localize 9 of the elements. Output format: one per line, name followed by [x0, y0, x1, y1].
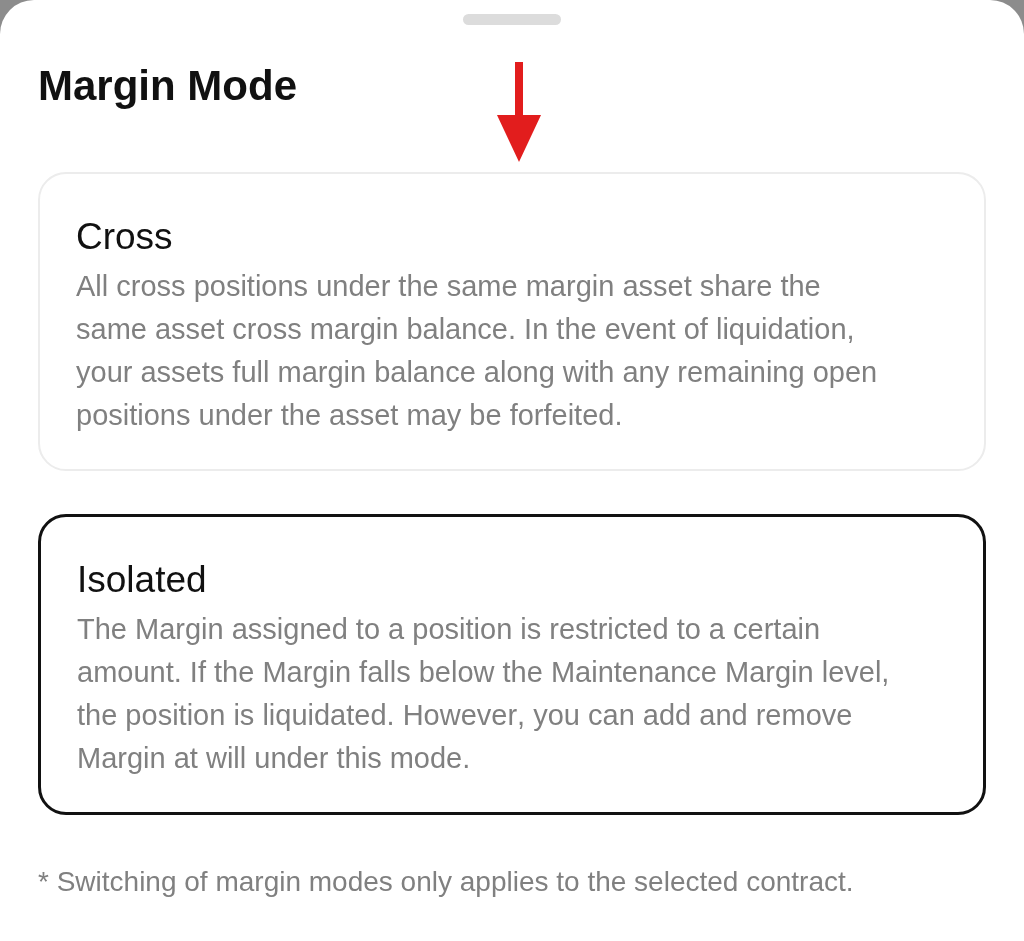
down-arrow-icon [497, 62, 541, 162]
drag-handle[interactable] [463, 14, 561, 25]
sheet-title: Margin Mode [38, 61, 297, 111]
option-card[interactable] [38, 514, 986, 815]
footnote-text: * Switching of margin modes only applies to the selected contract. [38, 865, 854, 899]
option-description: The Margin assigned to a position is restricted to a certain amount. If the Margin falls below the Maintenance Margin level, the position is liquidated. However, you can add and remove Margin at will under this mode. [77, 612, 891, 776]
option-title: Isolated [77, 558, 207, 602]
option-description: All cross positions under the same margin asset share the same asset cross margin balance. In the event of liquidation, your assets full margin balance along with any remaining open positions under the asset may be forfeited. [76, 269, 879, 433]
option-title: Cross [76, 215, 173, 259]
